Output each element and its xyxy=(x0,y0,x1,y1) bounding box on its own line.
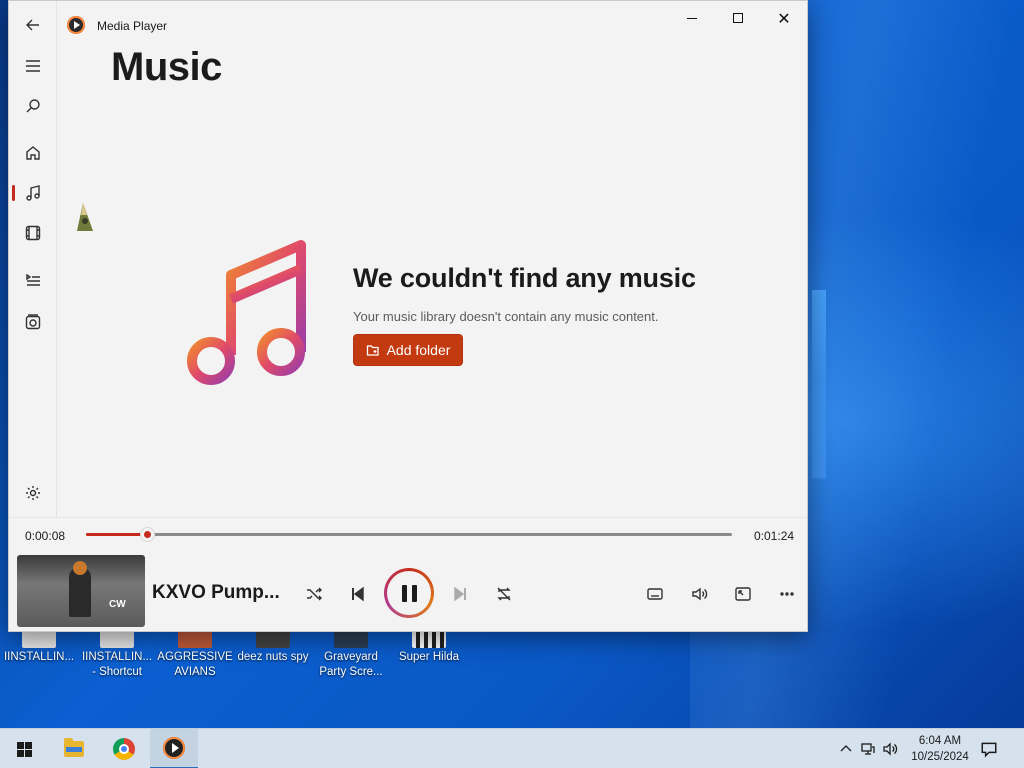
media-player-window: Media Player ✕ Music We couldn't find an… xyxy=(8,0,808,632)
seek-bar-thumb[interactable] xyxy=(141,528,155,541)
volume-button[interactable] xyxy=(683,578,715,610)
desktop-icon-label: Graveyard Party Scre... xyxy=(319,651,383,678)
desktop-icon-label: AGGRESSIVE AVIANS xyxy=(157,651,233,678)
media-player-icon xyxy=(163,737,185,759)
desktop-icon-label: Super Hilda xyxy=(398,651,460,663)
title-bar[interactable]: Media Player ✕ xyxy=(57,1,807,49)
now-playing-title[interactable]: KXVO Pump... xyxy=(152,582,280,604)
taskbar-clock[interactable]: 6:04 AM 10/25/2024 xyxy=(908,733,972,765)
shuffle-icon xyxy=(307,587,322,601)
fullscreen-icon xyxy=(647,588,663,600)
desktop-icon[interactable]: Super Hilda xyxy=(390,628,468,665)
network-icon[interactable] xyxy=(860,741,876,757)
seek-bar[interactable] xyxy=(86,528,732,541)
film-icon xyxy=(25,225,41,241)
close-button[interactable]: ✕ xyxy=(761,1,807,35)
volume-tray-icon[interactable] xyxy=(882,741,898,757)
desktop-icon[interactable]: Graveyard Party Scre... xyxy=(312,628,390,680)
sidebar-item-music[interactable] xyxy=(13,175,53,211)
menu-button[interactable] xyxy=(13,48,53,84)
desktop-icon[interactable]: IINSTALLIN... - Shortcut xyxy=(78,628,156,680)
repeat-button[interactable] xyxy=(488,578,520,610)
playlists-icon xyxy=(25,314,41,330)
album-art-logo: CW xyxy=(109,599,126,610)
album-art[interactable]: CW xyxy=(17,555,145,627)
shuffle-button[interactable] xyxy=(298,578,330,610)
pause-icon xyxy=(387,571,431,615)
hamburger-menu-icon xyxy=(26,60,40,72)
add-folder-button[interactable]: Add folder xyxy=(353,334,463,366)
skip-next-icon xyxy=(454,586,466,602)
more-options-icon xyxy=(780,592,794,596)
system-tray xyxy=(838,729,908,768)
sidebar-item-home[interactable] xyxy=(13,135,53,171)
taskbar-media-player[interactable] xyxy=(150,729,198,768)
play-pause-button[interactable] xyxy=(384,568,434,618)
album-art-head xyxy=(73,561,87,575)
settings-button[interactable] xyxy=(13,475,53,511)
clock-time: 6:04 AM xyxy=(918,735,962,747)
desktop-icon[interactable]: deez nuts spy xyxy=(234,628,312,665)
file-explorer-icon xyxy=(64,738,84,757)
close-icon: ✕ xyxy=(777,8,791,28)
desktop-pet-sprite-icon xyxy=(77,203,93,231)
more-options-button[interactable] xyxy=(771,578,803,610)
wallpaper-logo-pane xyxy=(812,386,826,478)
total-duration: 0:01:24 xyxy=(754,529,795,543)
desktop-icon[interactable]: AGGRESSIVE AVIANS xyxy=(156,628,234,680)
desktop-icon-label: IINSTALLIN... xyxy=(3,651,75,663)
fullscreen-button[interactable] xyxy=(639,578,671,610)
search-icon xyxy=(26,99,40,113)
sidebar xyxy=(9,1,57,517)
taskbar-file-explorer[interactable] xyxy=(50,729,98,768)
sidebar-item-videos[interactable] xyxy=(13,215,53,251)
empty-state-heading: We couldn't find any music xyxy=(353,263,696,293)
music-note-illustration xyxy=(187,240,306,385)
taskbar-chrome[interactable] xyxy=(100,729,148,768)
mini-player-icon xyxy=(735,587,751,601)
repeat-off-icon xyxy=(497,587,511,601)
add-folder-label: Add folder xyxy=(386,342,451,358)
notification-icon xyxy=(981,742,997,758)
playback-bar: 0:00:08 0:01:24 CW KXVO Pump... xyxy=(9,517,807,631)
gear-icon xyxy=(26,486,40,500)
clock-date: 10/25/2024 xyxy=(911,751,969,763)
app-title: Media Player xyxy=(97,19,168,33)
chrome-icon xyxy=(113,738,135,760)
desktop-icon-label: IINSTALLIN... - Shortcut xyxy=(81,651,153,678)
media-player-logo-icon xyxy=(67,16,85,34)
minimize-button[interactable] xyxy=(669,1,715,35)
maximize-button[interactable] xyxy=(715,1,761,35)
home-icon xyxy=(26,146,40,160)
page-title: Music xyxy=(111,45,222,89)
folder-add-icon xyxy=(366,345,379,356)
empty-state-subtext: Your music library doesn't contain any m… xyxy=(353,309,659,324)
mini-player-button[interactable] xyxy=(727,578,759,610)
seek-bar-progress xyxy=(86,533,148,536)
maximize-icon xyxy=(733,13,743,23)
skip-previous-icon xyxy=(352,586,364,602)
previous-button[interactable] xyxy=(342,578,374,610)
taskbar: 6:04 AM 10/25/2024 xyxy=(0,728,1024,768)
sidebar-item-playlists[interactable] xyxy=(13,304,53,340)
notifications-button[interactable] xyxy=(980,729,1004,768)
volume-icon xyxy=(692,587,708,601)
chevron-up-icon[interactable] xyxy=(838,741,854,757)
next-button[interactable] xyxy=(444,578,476,610)
minimize-icon xyxy=(687,17,697,19)
music-note-icon xyxy=(26,185,40,201)
back-arrow-icon xyxy=(26,19,39,31)
sidebar-item-play-queue[interactable] xyxy=(13,262,53,298)
play-queue-icon xyxy=(26,273,40,286)
current-time: 0:00:08 xyxy=(25,529,66,543)
windows-logo-icon xyxy=(16,741,32,757)
search-button[interactable] xyxy=(13,88,53,124)
back-button[interactable] xyxy=(13,7,53,43)
desktop-icon[interactable]: IINSTALLIN... xyxy=(0,628,78,665)
desktop-icon-label: deez nuts spy xyxy=(237,651,309,663)
start-button[interactable] xyxy=(0,729,48,768)
